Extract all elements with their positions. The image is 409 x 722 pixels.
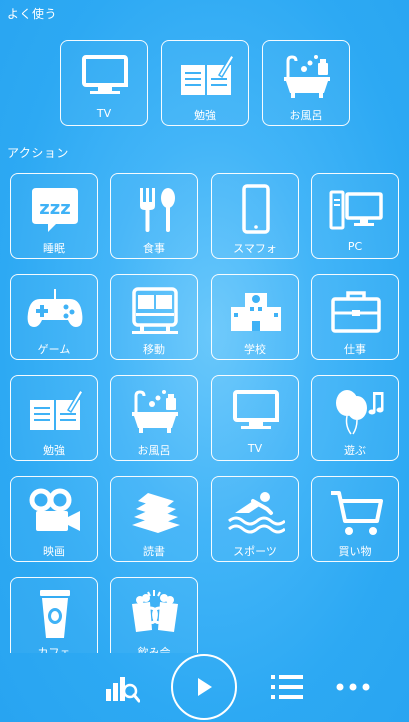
smartphone-icon: [212, 180, 300, 238]
stats-chart-icon: [106, 677, 140, 703]
action-tile[interactable]: TV: [211, 375, 299, 461]
beer-toast-icon: [111, 584, 199, 642]
action-tile[interactable]: スポーツ: [211, 476, 299, 562]
action-tile[interactable]: 学校: [211, 274, 299, 360]
action-tile[interactable]: 買い物: [311, 476, 399, 562]
favorite-tile-label: TV: [96, 107, 112, 120]
study-book-icon: [11, 382, 99, 440]
swimmer-icon: [212, 483, 300, 541]
movie-camera-icon: [11, 483, 99, 541]
favorite-tile[interactable]: TV: [60, 40, 148, 126]
favorite-tile[interactable]: 勉強: [161, 40, 249, 126]
bottom-toolbar: [0, 653, 409, 722]
favorite-tile[interactable]: お風呂: [262, 40, 350, 126]
action-tile-label: PC: [347, 240, 363, 253]
action-tile-label: 学校: [244, 343, 266, 356]
study-book-icon: [162, 47, 250, 105]
books-icon: [111, 483, 199, 541]
actions-heading: アクション: [7, 146, 69, 160]
action-tile-label: スマフォ: [233, 242, 277, 255]
action-tile-label: 勉強: [43, 444, 65, 457]
svg-text:zzz: zzz: [39, 198, 70, 219]
coffee-cup-icon: [11, 584, 99, 642]
balloons-icon: [312, 382, 400, 440]
bath-icon: [263, 47, 351, 105]
bath-icon: [111, 382, 199, 440]
list-icon: [271, 675, 303, 699]
list-button[interactable]: [270, 673, 304, 701]
briefcase-icon: [312, 281, 400, 339]
fork-spoon-icon: [111, 180, 199, 238]
action-tile[interactable]: 映画: [10, 476, 98, 562]
action-tile[interactable]: 飲み会: [110, 577, 198, 653]
action-tile-label: TV: [247, 442, 263, 455]
action-tile-label: 読書: [143, 545, 165, 558]
action-tile-label: 遊ぶ: [344, 444, 366, 457]
action-tile[interactable]: 読書: [110, 476, 198, 562]
action-tile-label: カフェ: [37, 646, 71, 653]
play-button[interactable]: [171, 654, 237, 720]
school-icon: [212, 281, 300, 339]
action-tile[interactable]: 食事: [110, 173, 198, 259]
action-tile[interactable]: 仕事: [311, 274, 399, 360]
action-tile[interactable]: ゲーム: [10, 274, 98, 360]
action-tile-label: 食事: [143, 242, 165, 255]
desktop-pc-icon: [312, 180, 400, 238]
action-tile[interactable]: 勉強: [10, 375, 98, 461]
action-tile[interactable]: お風呂: [110, 375, 198, 461]
favorite-tile-label: 勉強: [194, 109, 216, 122]
favorite-tile-label: お風呂: [289, 109, 323, 122]
action-tile-label: ゲーム: [37, 343, 71, 356]
more-button[interactable]: [335, 677, 371, 697]
tv-icon: [61, 47, 149, 105]
action-tile[interactable]: zzz 睡眠: [10, 173, 98, 259]
action-tile-label: お風呂: [137, 444, 171, 457]
action-tile[interactable]: 遊ぶ: [311, 375, 399, 461]
stats-button[interactable]: [104, 671, 140, 703]
shopping-cart-icon: [312, 483, 400, 541]
action-tile-label: 買い物: [338, 545, 372, 558]
play-icon: [198, 678, 212, 696]
action-tile-label: スポーツ: [233, 545, 277, 558]
action-tile[interactable]: スマフォ: [211, 173, 299, 259]
action-tile-label: 映画: [43, 545, 65, 558]
train-icon: [111, 281, 199, 339]
tv-icon: [212, 382, 300, 440]
action-tile-label: 仕事: [344, 343, 366, 356]
sleep-zzz-icon: zzz: [11, 180, 99, 238]
scroll-area[interactable]: よく使う TV 勉強 お風呂 アクション zzz 睡眠 食事 スマフォ PC ゲーム 移動 学校仕…: [0, 0, 409, 653]
action-tile-label: 睡眠: [43, 242, 65, 255]
action-tile-label: 移動: [143, 343, 165, 356]
favorites-heading: よく使う: [7, 7, 58, 21]
more-dots-icon: [336, 683, 370, 691]
action-tile[interactable]: カフェ: [10, 577, 98, 653]
action-tile[interactable]: 移動: [110, 274, 198, 360]
action-tile[interactable]: PC: [311, 173, 399, 259]
action-tile-label: 飲み会: [137, 646, 171, 653]
gamepad-icon: [11, 281, 99, 339]
